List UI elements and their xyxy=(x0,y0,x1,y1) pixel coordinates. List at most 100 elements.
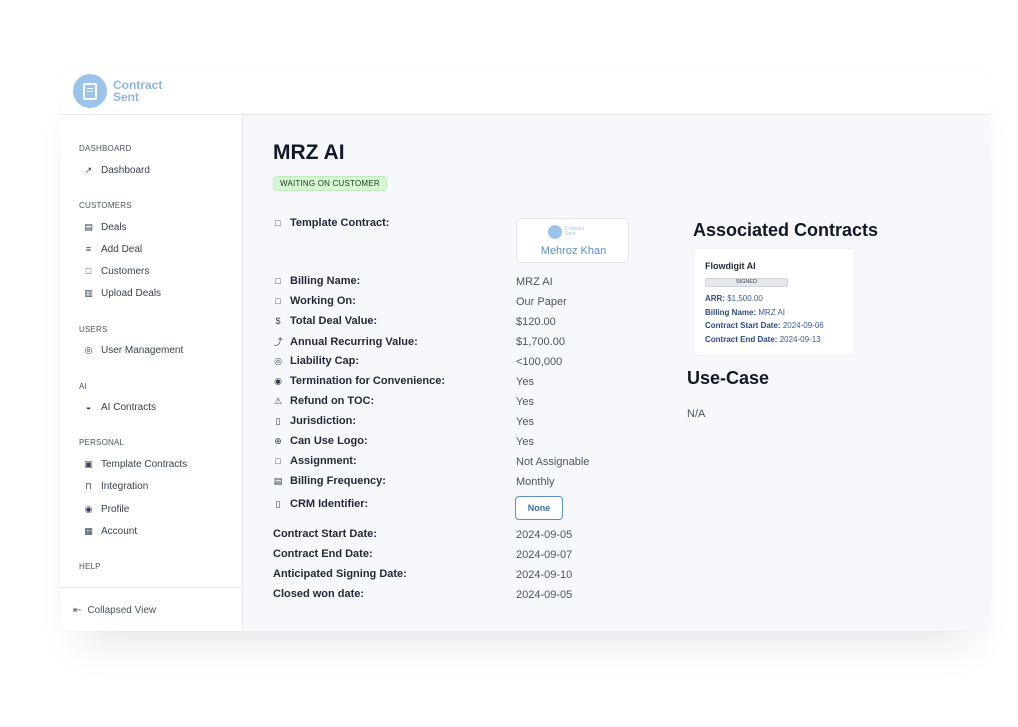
user-circle-icon: ◎ xyxy=(84,345,93,355)
upload-file-icon: ▥ xyxy=(84,288,93,298)
sidebar-item-label: AI Contracts xyxy=(101,402,157,413)
inbox-icon: □ xyxy=(85,266,92,276)
date-value-closed-won: 2024-09-05 xyxy=(516,589,573,601)
date-label-closed-won: Closed won date: xyxy=(273,588,365,600)
stop-circle-icon: ◉ xyxy=(274,375,282,386)
crm-identifier-button[interactable]: None xyxy=(515,496,563,520)
signature-brand: Contract Sent xyxy=(565,226,584,237)
field-label-working-on: □ Working On: xyxy=(273,295,356,307)
field-value-termination-for-convenience: Yes xyxy=(516,376,534,388)
associated-contracts-title: Associated Contracts xyxy=(693,220,879,240)
plug-icon: ⊓ xyxy=(84,481,93,491)
sidebar-section-dashboard: DASHBOARD xyxy=(79,144,132,153)
contract-billing-name: Billing Name: MRZ AI xyxy=(705,308,786,317)
app-window: Contract Sent DASHBOARD ↗ Dashboard CUST… xyxy=(60,70,990,631)
sidebar-item-dashboard[interactable]: ↗ Dashboard xyxy=(84,165,150,176)
sidebar-item-user-management[interactable]: ◎ User Management xyxy=(84,345,184,356)
field-value-billing-name: MRZ AI xyxy=(516,276,553,288)
field-label-billing-frequency: ▤ Billing Frequency: xyxy=(273,475,386,487)
date-value-contract-start: 2024-09-05 xyxy=(516,529,573,541)
use-case-title: Use-Case xyxy=(687,368,770,388)
sidebar-item-label: Customers xyxy=(101,266,150,277)
signature-name: Mehroz Khan xyxy=(540,245,607,257)
associated-contract-card[interactable]: Flowdigit AI SIGNED ARR: $1,500.00 Billi… xyxy=(693,248,855,356)
file-icon: □ xyxy=(275,456,281,466)
date-value-anticipated-signing: 2024-09-10 xyxy=(516,569,573,581)
dollar-icon: $ xyxy=(275,316,281,326)
field-value-assignment: Not Assignable xyxy=(516,456,590,468)
sidebar-item-customers[interactable]: □ Customers xyxy=(84,266,150,277)
field-value-total-deal-value: $120.00 xyxy=(516,316,556,328)
date-label-contract-start: Contract Start Date: xyxy=(273,528,377,540)
building-icon: ▦ xyxy=(84,526,93,536)
tag-icon: ⤴ xyxy=(273,337,283,347)
sidebar-item-integration[interactable]: ⊓ Integration xyxy=(84,481,148,492)
sidebar-section-help: HELP xyxy=(79,562,101,571)
sidebar-section-users: USERS xyxy=(79,325,108,334)
field-label-annual-recurring-value: ⤴ Annual Recurring Value: xyxy=(273,335,418,348)
sidebar-item-label: Deals xyxy=(101,222,127,233)
calendar-icon: ▤ xyxy=(273,475,283,486)
date-label-contract-end: Contract End Date: xyxy=(273,548,373,560)
field-label-jurisdiction: ▯ Jurisdiction: xyxy=(273,415,357,427)
sidebar-item-upload-deals[interactable]: ▥ Upload Deals xyxy=(84,288,161,299)
contract-start-date: Contract Start Date: 2024-09-06 xyxy=(705,321,824,330)
sidebar-item-deals[interactable]: ▤ Deals xyxy=(84,222,127,233)
field-label-refund-on-toc: ⚠ Refund on TOC: xyxy=(273,395,375,407)
sidebar-item-label: Profile xyxy=(101,504,130,515)
document-icon: □ xyxy=(275,276,281,286)
field-label-billing-name: □ Billing Name: xyxy=(273,275,360,287)
sidebar-item-label: User Management xyxy=(101,345,184,356)
sidebar-item-label: Upload Deals xyxy=(101,288,162,299)
field-label-termination-for-convenience: ◉ Termination for Convenience: xyxy=(274,375,446,387)
sidebar: DASHBOARD ↗ Dashboard CUSTOMERS ▤ Deals … xyxy=(60,115,243,631)
page-title: MRZ AI xyxy=(273,141,345,164)
sidebar-item-label: Template Contracts xyxy=(101,459,188,470)
clipboard-icon: ▯ xyxy=(275,415,281,426)
sidebar-section-customers: CUSTOMERS xyxy=(79,201,132,210)
sidebar-item-template-contracts[interactable]: ▣ Template Contracts xyxy=(84,459,187,470)
shield-icon: ◎ xyxy=(274,355,282,366)
sidebar-divider xyxy=(60,587,243,588)
field-label-can-use-logo: ⊕ Can Use Logo: xyxy=(274,435,368,447)
field-value-working-on: Our Paper xyxy=(516,296,567,308)
sidebar-item-label: Add Deal xyxy=(101,244,143,255)
field-value-can-use-logo: Yes xyxy=(516,436,534,448)
sidebar-section-personal: PERSONAL xyxy=(79,438,125,447)
field-value-annual-recurring-value: $1,700.00 xyxy=(516,336,565,348)
contract-arr: ARR: $1,500.00 xyxy=(705,294,763,303)
document-icon: ▤ xyxy=(84,222,93,232)
template-icon: ▣ xyxy=(84,459,93,469)
collapse-view-label: Collapsed View xyxy=(87,605,157,616)
sidebar-item-account[interactable]: ▦ Account xyxy=(84,526,137,537)
sidebar-item-ai-contracts[interactable]: ◒ AI Contracts xyxy=(84,402,156,413)
field-value-jurisdiction: Yes xyxy=(516,416,534,428)
date-value-contract-end: 2024-09-07 xyxy=(516,549,573,561)
signature-logo-icon xyxy=(548,225,562,239)
collapse-view-button[interactable]: ⇤ Collapsed View xyxy=(73,605,156,616)
template-contract-label: □ Template Contract: xyxy=(273,217,389,229)
sidebar-item-add-deal[interactable]: ≡ Add Deal xyxy=(84,244,142,255)
field-label-total-deal-value: $ Total Deal Value: xyxy=(273,315,377,327)
clipboard-icon: ▯ xyxy=(275,498,281,509)
chart-icon: ↗ xyxy=(84,165,93,175)
field-value-billing-frequency: Monthly xyxy=(516,476,555,488)
warning-icon: ⚠ xyxy=(273,395,283,406)
status-badge: WAITING ON CUSTOMER xyxy=(273,176,387,191)
field-label-liability-cap: ◎ Liability Cap: xyxy=(274,355,360,367)
contract-end-date: Contract End Date: 2024-09-13 xyxy=(705,335,821,344)
top-bar: Contract Sent xyxy=(60,70,990,115)
contract-status-badge: SIGNED xyxy=(705,278,788,287)
date-label-anticipated-signing: Anticipated Signing Date: xyxy=(273,568,407,580)
field-label-assignment: □ Assignment: xyxy=(273,455,356,467)
document-icon: □ xyxy=(275,218,281,228)
sidebar-item-profile[interactable]: ◉ Profile xyxy=(84,504,130,515)
robot-icon: ◒ xyxy=(85,402,92,412)
brand-name-line2: Sent xyxy=(113,90,140,104)
sidebar-section-ai: AI xyxy=(79,382,87,391)
field-value-refund-on-toc: Yes xyxy=(516,396,534,408)
brand-logo[interactable]: Contract Sent xyxy=(73,74,173,108)
template-contract-signature[interactable]: Contract Sent Mehroz Khan xyxy=(516,218,629,263)
sidebar-item-label: Account xyxy=(101,526,138,537)
contract-name: Flowdigit AI xyxy=(705,261,756,271)
